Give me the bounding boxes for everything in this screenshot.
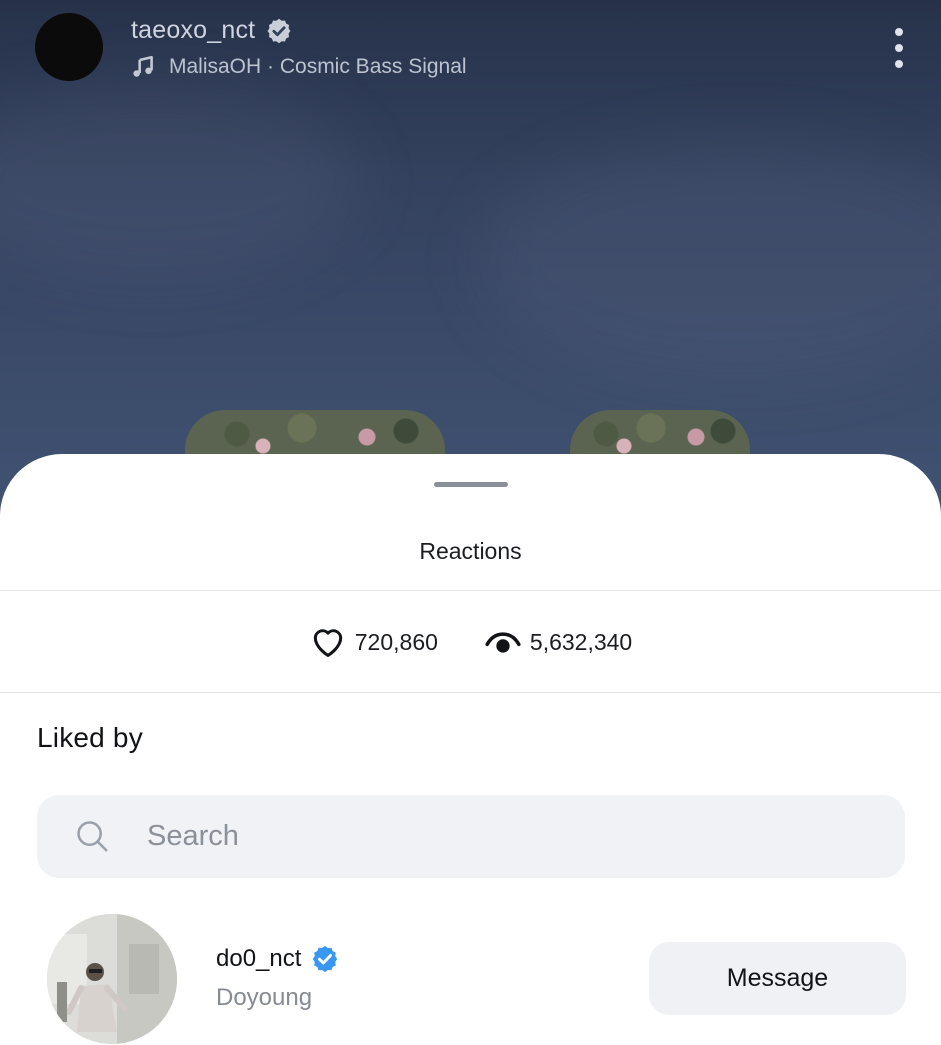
liked-by-user-row[interactable]: do0_nct Doyoung Message xyxy=(0,910,941,1045)
story-username-row[interactable]: taeoxo_nct xyxy=(131,16,293,45)
user-display-name: Doyoung xyxy=(216,984,313,1011)
views-count: 5,632,340 xyxy=(529,628,633,655)
verified-badge-icon xyxy=(267,18,291,43)
eye-icon xyxy=(485,632,521,653)
search-input[interactable] xyxy=(147,795,847,878)
music-note-icon xyxy=(133,55,153,77)
liked-by-heading: Liked by xyxy=(37,722,143,753)
more-vertical-icon[interactable] xyxy=(893,28,905,68)
divider-bottom xyxy=(0,692,941,693)
views-stat: 5,632,340 xyxy=(484,623,632,661)
sheet-title: Reactions xyxy=(419,538,522,564)
reactions-sheet: Reactions 720,860 5,632,340 Liked by Sea… xyxy=(0,454,941,1045)
likes-count: 720,860 xyxy=(354,628,438,655)
story-avatar[interactable] xyxy=(35,13,103,81)
message-button[interactable]: Message xyxy=(649,942,906,1015)
user-avatar-image xyxy=(47,914,177,1044)
likes-stat[interactable]: 720,860 xyxy=(309,623,438,661)
story-header: taeoxo_nct MalisaOH · Cosmic Bass Signal xyxy=(0,0,941,100)
search-box[interactable] xyxy=(37,795,905,878)
search-icon xyxy=(77,821,108,852)
divider-top xyxy=(0,590,941,591)
user-username[interactable]: do0_nct xyxy=(216,945,301,973)
user-username-row[interactable]: do0_nct xyxy=(216,944,340,974)
verified-badge-icon xyxy=(313,945,338,973)
music-text: MalisaOH · Cosmic Bass Signal xyxy=(169,55,467,78)
music-row[interactable]: MalisaOH · Cosmic Bass Signal xyxy=(131,54,467,80)
heart-outline-icon xyxy=(313,629,342,657)
reaction-stats: 720,860 5,632,340 xyxy=(0,614,941,670)
story-username[interactable]: taeoxo_nct xyxy=(131,16,255,45)
user-avatar[interactable] xyxy=(47,914,177,1044)
drag-handle[interactable] xyxy=(434,482,508,487)
